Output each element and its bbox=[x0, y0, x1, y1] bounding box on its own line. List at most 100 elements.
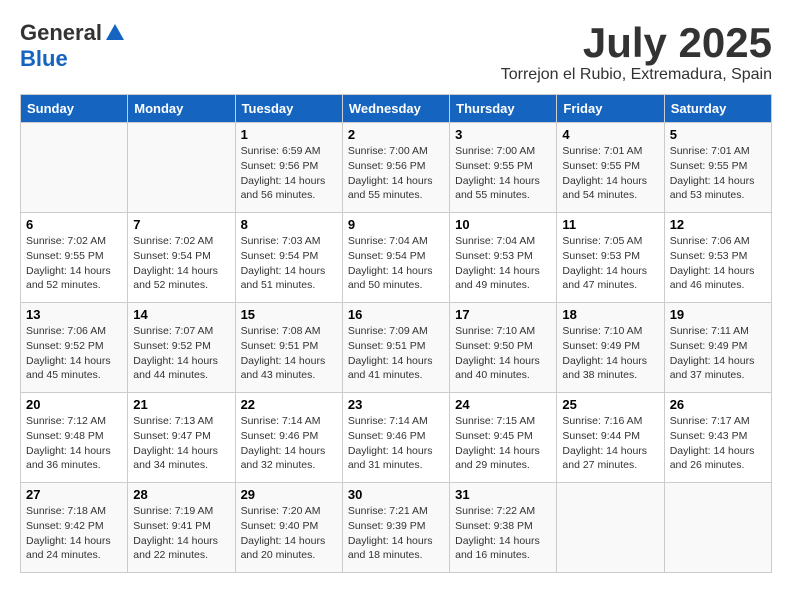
day-info: Sunrise: 7:02 AMSunset: 9:55 PMDaylight:… bbox=[26, 234, 122, 293]
weekday-header-friday: Friday bbox=[557, 95, 664, 123]
day-number: 7 bbox=[133, 217, 229, 232]
sunset-text: Sunset: 9:55 PM bbox=[26, 250, 104, 262]
sunset-text: Sunset: 9:52 PM bbox=[133, 340, 211, 352]
day-number: 14 bbox=[133, 307, 229, 322]
day-number: 30 bbox=[348, 487, 444, 502]
calendar-cell: 7 Sunrise: 7:02 AMSunset: 9:54 PMDaylight… bbox=[128, 213, 235, 303]
daylight-text: Daylight: 14 hours and 51 minutes. bbox=[241, 265, 326, 292]
calendar-table: SundayMondayTuesdayWednesdayThursdayFrid… bbox=[20, 94, 772, 573]
day-info: Sunrise: 7:17 AMSunset: 9:43 PMDaylight:… bbox=[670, 414, 766, 473]
sunrise-text: Sunrise: 7:16 AM bbox=[562, 415, 642, 427]
sunset-text: Sunset: 9:41 PM bbox=[133, 520, 211, 532]
sunrise-text: Sunrise: 7:02 AM bbox=[133, 235, 213, 247]
sunset-text: Sunset: 9:48 PM bbox=[26, 430, 104, 442]
day-info: Sunrise: 7:01 AMSunset: 9:55 PMDaylight:… bbox=[670, 144, 766, 203]
calendar-cell: 26 Sunrise: 7:17 AMSunset: 9:43 PMDayligh… bbox=[664, 393, 771, 483]
sunset-text: Sunset: 9:55 PM bbox=[670, 160, 748, 172]
logo-general-text: General bbox=[20, 20, 102, 46]
sunset-text: Sunset: 9:50 PM bbox=[455, 340, 533, 352]
calendar-cell: 18Sunrise: 7:10 AMSunset: 9:49 PMDayligh… bbox=[557, 303, 664, 393]
daylight-text: Daylight: 14 hours and 24 minutes. bbox=[26, 535, 111, 562]
calendar-cell: 8Sunrise: 7:03 AMSunset: 9:54 PMDaylight… bbox=[235, 213, 342, 303]
day-info: Sunrise: 7:09 AMSunset: 9:51 PMDaylight:… bbox=[348, 324, 444, 383]
day-number: 17 bbox=[455, 307, 551, 322]
day-number: 9 bbox=[348, 217, 444, 232]
calendar-cell: 11Sunrise: 7:05 AMSunset: 9:53 PMDayligh… bbox=[557, 213, 664, 303]
sunset-text: Sunset: 9:46 PM bbox=[241, 430, 319, 442]
calendar-cell: 28Sunrise: 7:19 AMSunset: 9:41 PMDayligh… bbox=[128, 483, 235, 573]
day-number: 25 bbox=[562, 397, 658, 412]
sunrise-text: Sunrise: 7:04 AM bbox=[455, 235, 535, 247]
day-info: Sunrise: 7:12 AMSunset: 9:48 PMDaylight:… bbox=[26, 414, 122, 473]
day-info: Sunrise: 7:10 AMSunset: 9:50 PMDaylight:… bbox=[455, 324, 551, 383]
sunrise-text: Sunrise: 7:12 AM bbox=[26, 415, 106, 427]
calendar-cell: 21 Sunrise: 7:13 AMSunset: 9:47 PMDayligh… bbox=[128, 393, 235, 483]
weekday-header-tuesday: Tuesday bbox=[235, 95, 342, 123]
weekday-header-monday: Monday bbox=[128, 95, 235, 123]
daylight-text: Daylight: 14 hours and 31 minutes. bbox=[348, 445, 433, 472]
sunset-text: Sunset: 9:53 PM bbox=[455, 250, 533, 262]
day-info: Sunrise: 7:03 AMSunset: 9:54 PMDaylight:… bbox=[241, 234, 337, 293]
logo: General Blue bbox=[20, 20, 126, 72]
daylight-text: Daylight: 14 hours and 37 minutes. bbox=[670, 355, 755, 382]
daylight-text: Daylight: 14 hours and 20 minutes. bbox=[241, 535, 326, 562]
calendar-cell: 25 Sunrise: 7:16 AMSunset: 9:44 PMDayligh… bbox=[557, 393, 664, 483]
calendar-cell: 13Sunrise: 7:06 AMSunset: 9:52 PMDayligh… bbox=[21, 303, 128, 393]
day-info: Sunrise: 7:00 AMSunset: 9:55 PMDaylight:… bbox=[455, 144, 551, 203]
daylight-text: Daylight: 14 hours and 53 minutes. bbox=[670, 175, 755, 202]
day-number: 24 bbox=[455, 397, 551, 412]
day-number: 19 bbox=[670, 307, 766, 322]
daylight-text: Daylight: 14 hours and 16 minutes. bbox=[455, 535, 540, 562]
calendar-cell: 23Sunrise: 7:14 AMSunset: 9:46 PMDayligh… bbox=[342, 393, 449, 483]
sunrise-text: Sunrise: 7:08 AM bbox=[241, 325, 321, 337]
title-area: July 2025 Torrejon el Rubio, Extremadura… bbox=[501, 20, 772, 84]
day-info: Sunrise: 7:04 AMSunset: 9:54 PMDaylight:… bbox=[348, 234, 444, 293]
daylight-text: Daylight: 14 hours and 18 minutes. bbox=[348, 535, 433, 562]
sunrise-text: Sunrise: 7:06 AM bbox=[670, 235, 750, 247]
weekday-header-sunday: Sunday bbox=[21, 95, 128, 123]
day-number: 5 bbox=[670, 127, 766, 142]
sunrise-text: Sunrise: 7:04 AM bbox=[348, 235, 428, 247]
day-info: Sunrise: 7:02 AMSunset: 9:54 PMDaylight:… bbox=[133, 234, 229, 293]
daylight-text: Daylight: 14 hours and 26 minutes. bbox=[670, 445, 755, 472]
day-info: Sunrise: 7:19 AMSunset: 9:41 PMDaylight:… bbox=[133, 504, 229, 563]
day-number: 12 bbox=[670, 217, 766, 232]
sunset-text: Sunset: 9:56 PM bbox=[348, 160, 426, 172]
sunrise-text: Sunrise: 7:07 AM bbox=[133, 325, 213, 337]
calendar-cell: 14Sunrise: 7:07 AMSunset: 9:52 PMDayligh… bbox=[128, 303, 235, 393]
sunset-text: Sunset: 9:47 PM bbox=[133, 430, 211, 442]
calendar-cell: 16Sunrise: 7:09 AMSunset: 9:51 PMDayligh… bbox=[342, 303, 449, 393]
day-number: 4 bbox=[562, 127, 658, 142]
day-number: 6 bbox=[26, 217, 122, 232]
day-info: Sunrise: 7:00 AMSunset: 9:56 PMDaylight:… bbox=[348, 144, 444, 203]
calendar-cell: 20Sunrise: 7:12 AMSunset: 9:48 PMDayligh… bbox=[21, 393, 128, 483]
sunset-text: Sunset: 9:55 PM bbox=[562, 160, 640, 172]
sunset-text: Sunset: 9:51 PM bbox=[241, 340, 319, 352]
calendar-cell: 22Sunrise: 7:14 AMSunset: 9:46 PMDayligh… bbox=[235, 393, 342, 483]
calendar-cell: 31Sunrise: 7:22 AMSunset: 9:38 PMDayligh… bbox=[450, 483, 557, 573]
calendar-cell: 5 Sunrise: 7:01 AMSunset: 9:55 PMDaylight… bbox=[664, 123, 771, 213]
daylight-text: Daylight: 14 hours and 45 minutes. bbox=[26, 355, 111, 382]
day-info: Sunrise: 7:14 AMSunset: 9:46 PMDaylight:… bbox=[241, 414, 337, 473]
day-info: Sunrise: 7:05 AMSunset: 9:53 PMDaylight:… bbox=[562, 234, 658, 293]
daylight-text: Daylight: 14 hours and 29 minutes. bbox=[455, 445, 540, 472]
day-info: Sunrise: 7:13 AMSunset: 9:47 PMDaylight:… bbox=[133, 414, 229, 473]
sunrise-text: Sunrise: 7:11 AM bbox=[670, 325, 749, 337]
location-text: Torrejon el Rubio, Extremadura, Spain bbox=[501, 66, 772, 84]
calendar-week-1: 1Sunrise: 6:59 AMSunset: 9:56 PMDaylight… bbox=[21, 123, 772, 213]
day-info: Sunrise: 7:10 AMSunset: 9:49 PMDaylight:… bbox=[562, 324, 658, 383]
calendar-cell: 6Sunrise: 7:02 AMSunset: 9:55 PMDaylight… bbox=[21, 213, 128, 303]
calendar-cell bbox=[128, 123, 235, 213]
day-number: 13 bbox=[26, 307, 122, 322]
sunrise-text: Sunrise: 7:02 AM bbox=[26, 235, 106, 247]
day-number: 21 bbox=[133, 397, 229, 412]
daylight-text: Daylight: 14 hours and 54 minutes. bbox=[562, 175, 647, 202]
calendar-cell: 3Sunrise: 7:00 AMSunset: 9:55 PMDaylight… bbox=[450, 123, 557, 213]
sunrise-text: Sunrise: 7:18 AM bbox=[26, 505, 106, 517]
day-info: Sunrise: 7:16 AMSunset: 9:44 PMDaylight:… bbox=[562, 414, 658, 473]
weekday-header-saturday: Saturday bbox=[664, 95, 771, 123]
weekday-header-thursday: Thursday bbox=[450, 95, 557, 123]
day-number: 26 bbox=[670, 397, 766, 412]
sunrise-text: Sunrise: 7:05 AM bbox=[562, 235, 642, 247]
daylight-text: Daylight: 14 hours and 50 minutes. bbox=[348, 265, 433, 292]
